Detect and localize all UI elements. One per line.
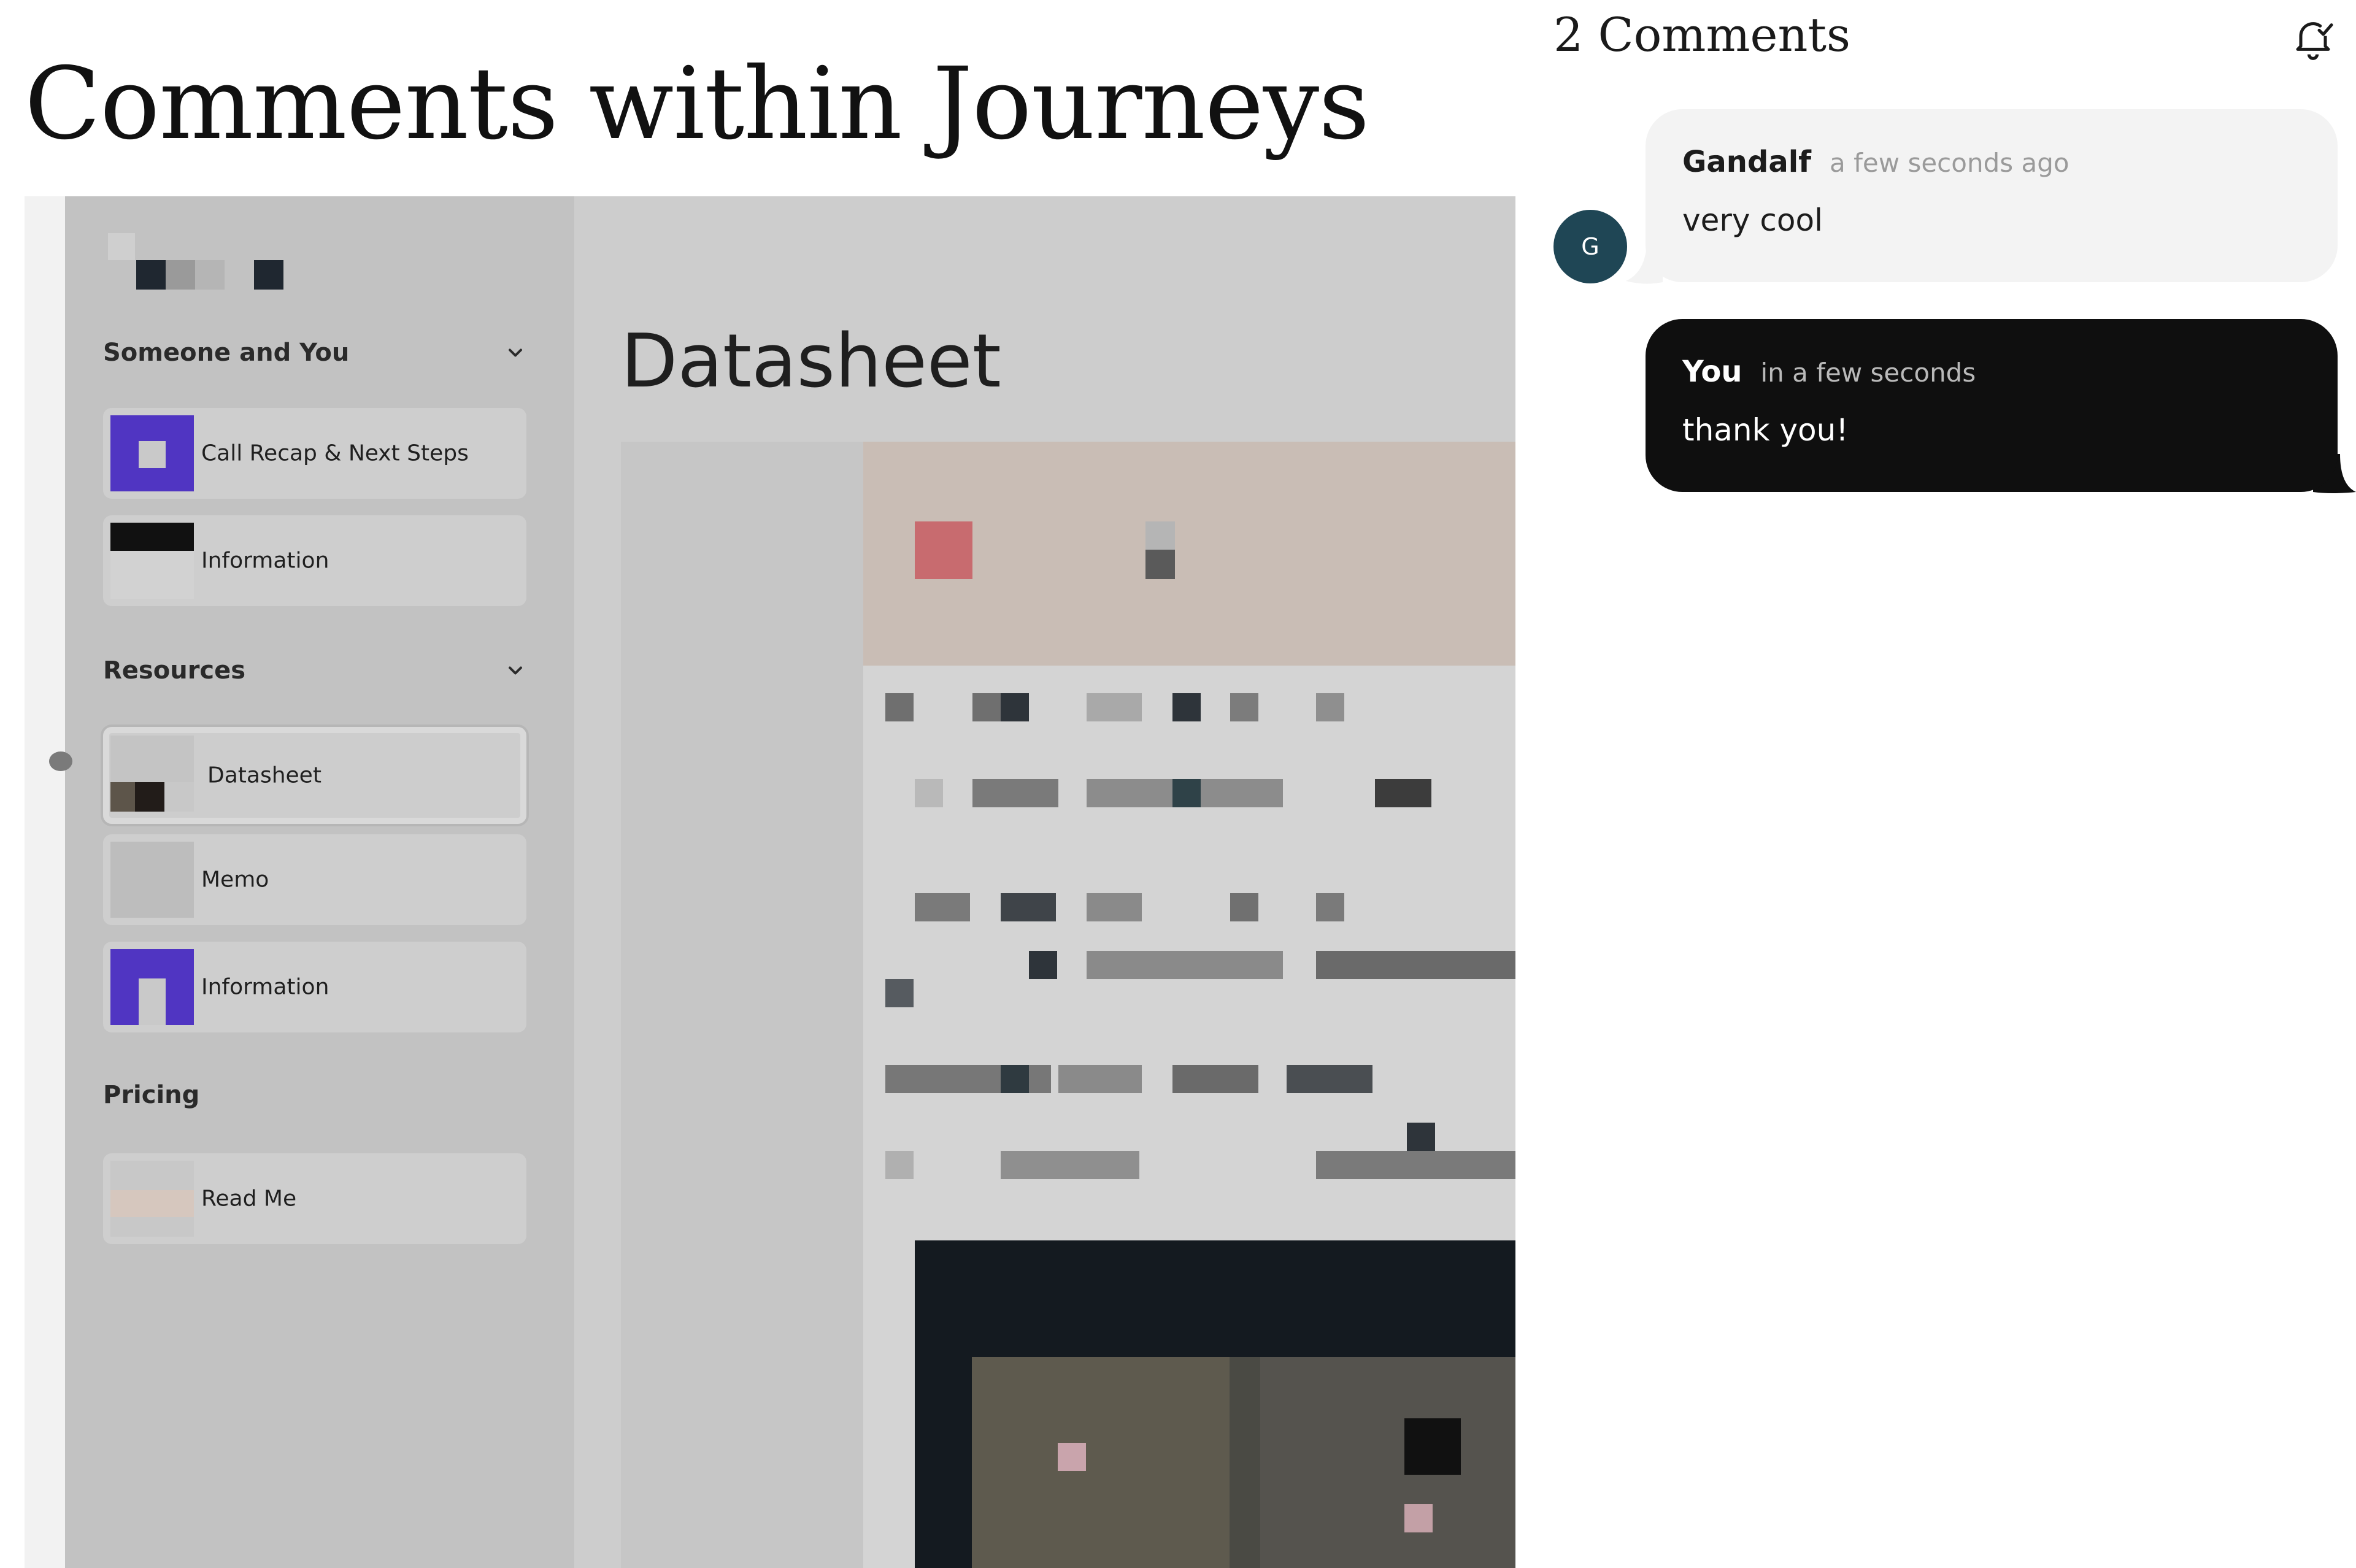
sidebar-item-label: Memo bbox=[201, 867, 269, 893]
sidebar-item-read-me[interactable]: Read Me bbox=[103, 1153, 526, 1244]
comment-author: You bbox=[1682, 355, 1742, 389]
comment-text: thank you! bbox=[1682, 412, 1849, 448]
sidebar-item-information[interactable]: Information bbox=[103, 515, 526, 606]
item-thumbnail bbox=[110, 415, 194, 491]
sidebar-item-label: Read Me bbox=[201, 1186, 297, 1212]
section-someone-and-you[interactable]: Someone and You bbox=[103, 334, 526, 371]
sidebar-item-memo[interactable]: Memo bbox=[103, 834, 526, 925]
document-photo bbox=[972, 1357, 1515, 1568]
journey-preview: Someone and You Call Recap & Next Steps … bbox=[25, 196, 1515, 1568]
section-title: Resources bbox=[103, 656, 246, 685]
document-image-block bbox=[915, 1240, 1515, 1568]
sidebar-item-label: Information bbox=[201, 548, 329, 574]
section-pricing[interactable]: Pricing bbox=[103, 1077, 526, 1113]
comment-you: You in a few seconds thank you! bbox=[1646, 319, 2338, 492]
document-header-band bbox=[863, 442, 1515, 666]
bell-icon[interactable] bbox=[2289, 13, 2338, 63]
document-title: Datasheet bbox=[621, 319, 1001, 404]
document-canvas bbox=[621, 442, 1515, 1568]
brand-logo bbox=[108, 233, 304, 294]
preview-edge bbox=[25, 196, 65, 1568]
comment-time: in a few seconds bbox=[1760, 358, 1976, 388]
sidebar-item-label: Datasheet bbox=[207, 763, 321, 788]
sidebar-item-label: Information bbox=[201, 974, 329, 1000]
section-title: Pricing bbox=[103, 1081, 200, 1109]
item-thumbnail bbox=[110, 736, 194, 812]
chevron-down-icon[interactable] bbox=[504, 659, 526, 682]
document-view: Datasheet bbox=[574, 196, 1515, 1568]
sidebar-item-information-2[interactable]: Information bbox=[103, 942, 526, 1032]
sidebar-item-label: Call Recap & Next Steps bbox=[201, 440, 469, 466]
comment-gandalf: Gandalf a few seconds ago very cool bbox=[1646, 109, 2338, 282]
comment-author: Gandalf bbox=[1682, 145, 1812, 179]
sidebar-item-datasheet[interactable]: Datasheet bbox=[103, 727, 526, 824]
item-thumbnail bbox=[110, 842, 194, 918]
comments-header: 2 Comments bbox=[1553, 7, 1851, 62]
item-thumbnail bbox=[110, 523, 194, 599]
page-title: Comments within Journeys bbox=[25, 47, 1369, 162]
journey-sidebar: Someone and You Call Recap & Next Steps … bbox=[65, 196, 574, 1568]
avatar-initial: G bbox=[1581, 233, 1600, 260]
section-title: Someone and You bbox=[103, 339, 350, 367]
item-thumbnail bbox=[110, 1161, 194, 1237]
comments-panel: 2 Comments G Gandalf a few seconds ago v… bbox=[1515, 0, 2356, 1568]
avatar: G bbox=[1553, 210, 1627, 283]
document-page bbox=[863, 442, 1515, 1568]
comment-marker-icon[interactable] bbox=[49, 751, 72, 771]
sidebar-item-call-recap[interactable]: Call Recap & Next Steps bbox=[103, 408, 526, 499]
comment-text: very cool bbox=[1682, 202, 1823, 238]
item-thumbnail bbox=[110, 949, 194, 1025]
comment-time: a few seconds ago bbox=[1830, 148, 2069, 178]
chevron-down-icon[interactable] bbox=[504, 342, 526, 364]
section-resources[interactable]: Resources bbox=[103, 652, 526, 689]
